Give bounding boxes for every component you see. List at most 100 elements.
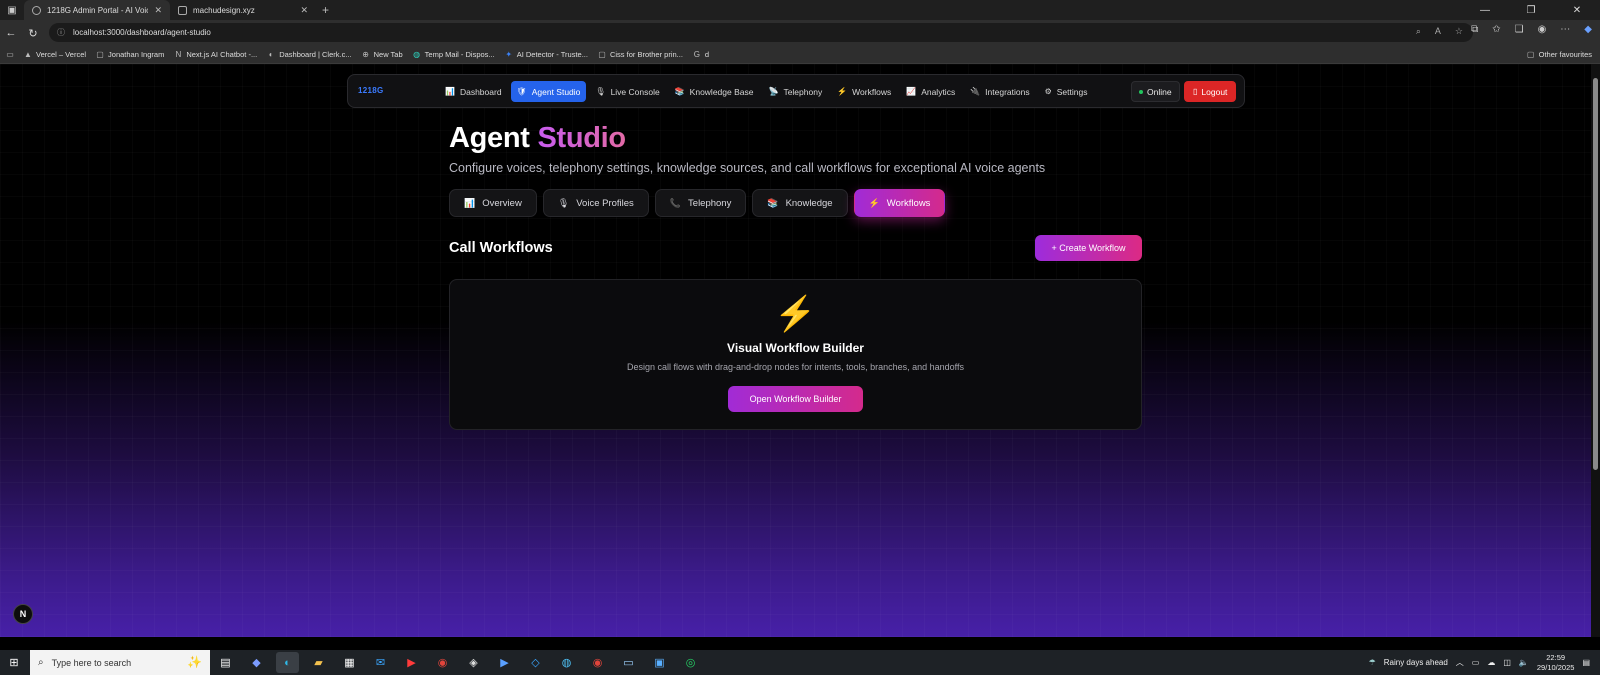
- cloud-icon[interactable]: ☁: [1487, 658, 1495, 667]
- notification-icon[interactable]: ▤: [1582, 658, 1590, 667]
- nav-item-integrations[interactable]: 🔌 Integrations: [964, 81, 1035, 102]
- open-workflow-builder-button[interactable]: Open Workflow Builder: [728, 386, 863, 412]
- new-tab-icon[interactable]: +: [322, 3, 329, 17]
- weather-icon[interactable]: ☂: [1369, 658, 1376, 667]
- app-icon[interactable]: ◈: [462, 652, 485, 673]
- battery-icon[interactable]: ▭: [1472, 658, 1480, 667]
- bookmark-nextjs[interactable]: N Next.js AI Chatbot -...: [174, 50, 257, 59]
- address-bar: ← ↻ ⓘ localhost:3000/dashboard/agent-stu…: [0, 20, 1600, 46]
- tab-voice-profiles[interactable]: 🎙 Voice Profiles: [542, 189, 649, 217]
- clock[interactable]: 22:59 29/10/2025: [1537, 653, 1575, 673]
- split-screen-icon[interactable]: ⧉: [1471, 24, 1478, 35]
- vscode-icon[interactable]: ◇: [524, 652, 547, 673]
- favorite-star-icon[interactable]: ☆: [1455, 26, 1463, 37]
- nav-item-workflows[interactable]: ⚡ Workflows: [831, 81, 897, 102]
- youtube-icon[interactable]: ▶: [400, 652, 423, 673]
- profile-icon[interactable]: ◉: [1538, 24, 1547, 35]
- loading-icon: [32, 5, 41, 15]
- bookmark-new-tab[interactable]: ⊕ New Tab: [362, 50, 402, 59]
- ai-detector-icon: ✦: [505, 49, 513, 59]
- nav-item-live-console[interactable]: 🎙 Live Console: [589, 81, 665, 102]
- tab-workflows[interactable]: ⚡ Workflows: [853, 189, 946, 217]
- card-description: Design call flows with drag-and-drop nod…: [626, 362, 965, 372]
- browser-window: ▣ 1218G Admin Portal - AI Voice A ✕ mach…: [0, 0, 1600, 675]
- create-workflow-button[interactable]: + Create Workflow: [1035, 235, 1142, 261]
- page-subtitle: Configure voices, telephony settings, kn…: [449, 161, 1046, 175]
- bookmarks-menu-icon[interactable]: ▭: [6, 50, 14, 59]
- chrome-icon[interactable]: ◉: [431, 652, 454, 673]
- more-menu-icon[interactable]: ⋯: [1560, 24, 1570, 35]
- url-input[interactable]: ⓘ localhost:3000/dashboard/agent-studio …: [49, 23, 1473, 42]
- network-icon[interactable]: ◫: [1503, 658, 1511, 667]
- collections-icon[interactable]: ❏: [1515, 24, 1524, 35]
- bookmark-tempmail[interactable]: ◍ Temp Mail - Dispos...: [413, 50, 495, 59]
- close-window-icon[interactable]: ✕: [1554, 0, 1600, 20]
- folder-icon: ▢: [1526, 49, 1535, 59]
- back-icon[interactable]: ←: [0, 22, 22, 44]
- restore-icon[interactable]: ❐: [1508, 0, 1554, 20]
- brand-logo[interactable]: 1218G: [358, 86, 384, 95]
- logout-button[interactable]: ▯ Logout: [1184, 81, 1237, 102]
- nav-item-telephony[interactable]: 📡 Telephony: [762, 81, 828, 102]
- nav-item-knowledge-base[interactable]: 📚 Knowledge Base: [669, 81, 760, 102]
- search-icon: ⌕: [38, 657, 44, 668]
- browser-app-icon[interactable]: ◍: [555, 652, 578, 673]
- system-tray: ☂ Rainy days ahead ︿ ▭ ☁ ◫ 🔈 22:59 29/10…: [1369, 650, 1600, 675]
- tab-actions-icon[interactable]: ▣: [0, 0, 24, 20]
- bookmark-vercel[interactable]: ▲ Vercel – Vercel: [24, 50, 86, 59]
- task-view-icon[interactable]: ▤: [214, 652, 237, 673]
- tab-knowledge[interactable]: 📚 Knowledge: [752, 189, 848, 217]
- favorites-icon[interactable]: ✩: [1492, 24, 1500, 35]
- copilot-icon[interactable]: ◆: [1584, 24, 1592, 35]
- close-tab-icon[interactable]: ✕: [300, 5, 308, 16]
- browser-tab[interactable]: machudesign.xyz ✕: [170, 0, 316, 20]
- shield-icon: 🛡: [516, 87, 527, 96]
- tab-overview[interactable]: 📊 Overview: [449, 189, 537, 217]
- nextjs-dev-badge[interactable]: N: [13, 604, 33, 624]
- store-icon[interactable]: ▦: [338, 652, 361, 673]
- copilot-app-icon[interactable]: ◆: [245, 652, 268, 673]
- antenna-icon: 📡: [768, 87, 779, 96]
- bookmark-clerk[interactable]: ◐ Dashboard | Clerk.c...: [267, 50, 352, 59]
- top-navigation: 1218G 📊 Dashboard 🛡 Agent Studio 🎙 Live Con…: [347, 74, 1245, 108]
- chrome-profile-icon[interactable]: ◉: [586, 652, 609, 673]
- nav-item-settings[interactable]: ⚙ Settings: [1039, 81, 1094, 102]
- close-tab-icon[interactable]: ✕: [154, 5, 162, 16]
- powershell-icon[interactable]: ▶: [493, 652, 516, 673]
- page-scrollbar[interactable]: [1591, 64, 1600, 637]
- folder-icon: ▢: [96, 49, 104, 59]
- weather-text[interactable]: Rainy days ahead: [1384, 658, 1448, 667]
- plug-icon: 🔌: [970, 87, 981, 96]
- photos-icon[interactable]: ▣: [648, 652, 671, 673]
- site-info-icon[interactable]: ⓘ: [57, 27, 65, 38]
- whatsapp-icon[interactable]: ◎: [679, 652, 702, 673]
- tempmail-icon: ◍: [413, 49, 421, 59]
- nav-item-analytics[interactable]: 📈 Analytics: [900, 81, 961, 102]
- volume-icon[interactable]: 🔈: [1519, 658, 1529, 667]
- bookmark-folder[interactable]: ▢ Jonathan Ingram: [96, 50, 164, 59]
- scrollbar-thumb[interactable]: [1593, 78, 1598, 470]
- read-aloud-icon[interactable]: A: [1435, 26, 1441, 37]
- taskbar-search-input[interactable]: ⌕ Type here to search ✨: [30, 650, 210, 675]
- nav-item-dashboard[interactable]: 📊 Dashboard: [439, 81, 508, 102]
- gear-icon: ⚙: [1044, 87, 1052, 96]
- notepad-icon[interactable]: ▭: [617, 652, 640, 673]
- bookmark-google[interactable]: Gd: [693, 50, 709, 59]
- chevron-up-icon[interactable]: ︿: [1456, 657, 1464, 668]
- windows-taskbar: ⊞ ⌕ Type here to search ✨ ▤ ◆ ◐ ▰ ▦ ✉ ▶ …: [0, 650, 1600, 675]
- dashboard-icon: 📊: [445, 87, 455, 96]
- refresh-icon[interactable]: ↻: [22, 22, 44, 44]
- file-explorer-icon[interactable]: ▰: [307, 652, 330, 673]
- bookmark-folder[interactable]: ▢ Ciss for Brother prin...: [598, 50, 683, 59]
- mail-icon[interactable]: ✉: [369, 652, 392, 673]
- edge-app-icon[interactable]: ◐: [276, 652, 299, 673]
- browser-tab-active[interactable]: 1218G Admin Portal - AI Voice A ✕: [24, 0, 170, 20]
- bookmark-ai-detector[interactable]: ✦ AI Detector - Truste...: [505, 50, 588, 59]
- site-favicon-icon: [178, 5, 187, 15]
- minimize-icon[interactable]: —: [1462, 0, 1508, 20]
- zoom-icon[interactable]: ⌕: [1416, 26, 1421, 37]
- nav-item-agent-studio[interactable]: 🛡 Agent Studio: [510, 81, 587, 102]
- windows-start-icon[interactable]: ⊞: [0, 650, 28, 675]
- other-favourites[interactable]: ▢ Other favourites: [1527, 50, 1592, 59]
- tab-telephony[interactable]: 📞 Telephony: [654, 189, 747, 217]
